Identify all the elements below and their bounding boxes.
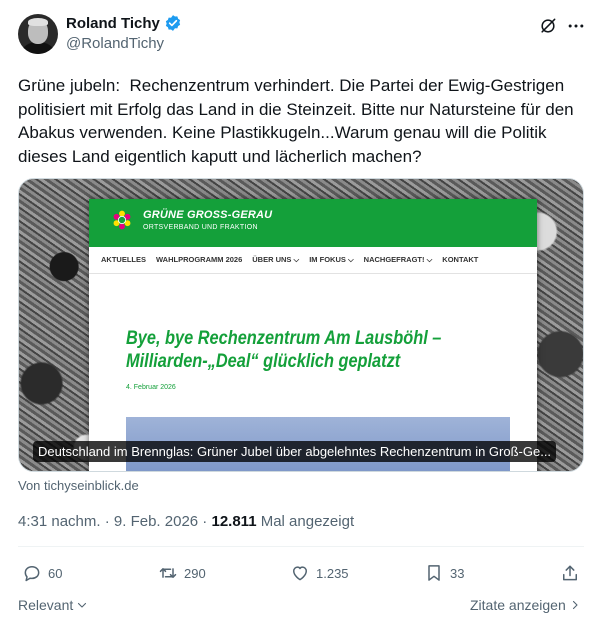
- reply-count: 60: [48, 565, 63, 581]
- tweet-meta: 4:31 nachm. · 9. Feb. 2026 · 12.811 Mal …: [18, 513, 354, 530]
- meta-separator: ·: [198, 513, 212, 530]
- more-options-icon[interactable]: [566, 16, 586, 36]
- site-title: GRÜNE GROSS-GERAU: [143, 209, 273, 221]
- repost-button[interactable]: 290: [158, 562, 206, 584]
- like-button[interactable]: 1.235: [290, 562, 349, 584]
- site-nav-item: KONTAKT: [442, 255, 479, 264]
- card-website-screenshot: GRÜNE GROSS-GERAU ORTSVERBAND UND FRAKTI…: [89, 199, 537, 471]
- relevant-label: Relevant: [18, 597, 74, 613]
- tweet-time[interactable]: 4:31 nachm.: [18, 513, 101, 530]
- link-card[interactable]: GRÜNE GROSS-GERAU ORTSVERBAND UND FRAKTI…: [18, 178, 584, 472]
- card-caption: Deutschland im Brennglas: Grüner Jubel ü…: [33, 441, 557, 462]
- like-count: 1.235: [316, 565, 349, 581]
- relevant-dropdown[interactable]: Relevant: [18, 597, 88, 613]
- site-header: GRÜNE GROSS-GERAU ORTSVERBAND UND FRAKTI…: [89, 199, 537, 247]
- tweet-date[interactable]: 9. Feb. 2026: [114, 513, 198, 530]
- author-handle[interactable]: @RolandTichy: [66, 35, 164, 52]
- grok-icon[interactable]: [538, 16, 558, 36]
- meta-separator: ·: [100, 513, 114, 530]
- bookmark-button[interactable]: 33: [424, 562, 464, 584]
- bookmark-count: 33: [450, 565, 465, 581]
- share-button[interactable]: [560, 562, 580, 584]
- repost-count: 290: [184, 565, 206, 581]
- view-quotes-link[interactable]: Zitate anzeigen: [470, 597, 581, 613]
- site-subtitle: ORTSVERBAND UND FRAKTION: [143, 224, 258, 231]
- views-label: Mal angezeigt: [256, 513, 355, 530]
- views-count: 12.811: [211, 513, 257, 530]
- reply-button[interactable]: 60: [22, 562, 62, 584]
- site-nav-item: WAHLPROGRAMM 2026: [156, 255, 243, 264]
- site-nav-item: AKTUELLES: [101, 255, 146, 264]
- verified-badge-icon: [165, 15, 181, 31]
- view-quotes-label: Zitate anzeigen: [470, 597, 566, 613]
- author-display-name[interactable]: Roland Tichy: [66, 15, 160, 32]
- reply-icon: [24, 566, 40, 582]
- card-source[interactable]: Von tichyseinblick.de: [18, 478, 139, 493]
- site-nav-divider: [89, 273, 537, 274]
- tweet-text: Grüne jubeln: Rechenzentrum verhindert. …: [18, 76, 578, 166]
- heart-icon: [293, 566, 307, 581]
- author-row: Roland Tichy: [66, 14, 182, 32]
- chevron-right-icon: [572, 600, 578, 610]
- repost-icon: [159, 568, 177, 578]
- bookmark-icon: [428, 565, 440, 581]
- tweet: Roland Tichy @RolandTichy Grüne jubeln: …: [0, 0, 601, 619]
- site-nav-item: ÜBER UNS: [252, 255, 299, 265]
- site-nav: AKTUELLES WAHLPROGRAMM 2026 ÜBER UNS IM …: [101, 255, 478, 265]
- sunflower-logo-icon: [113, 210, 131, 230]
- divider: [18, 546, 584, 547]
- share-icon: [563, 565, 577, 581]
- site-nav-item: NACHGEFRAGT!: [364, 255, 433, 265]
- site-date: 4. Februar 2026: [126, 384, 176, 391]
- site-nav-item: IM FOKUS: [309, 255, 353, 265]
- avatar[interactable]: [18, 14, 58, 54]
- chevron-down-icon: [78, 602, 87, 608]
- site-headline: Bye, bye Rechenzentrum Am Lausböhl – Mil…: [126, 328, 442, 372]
